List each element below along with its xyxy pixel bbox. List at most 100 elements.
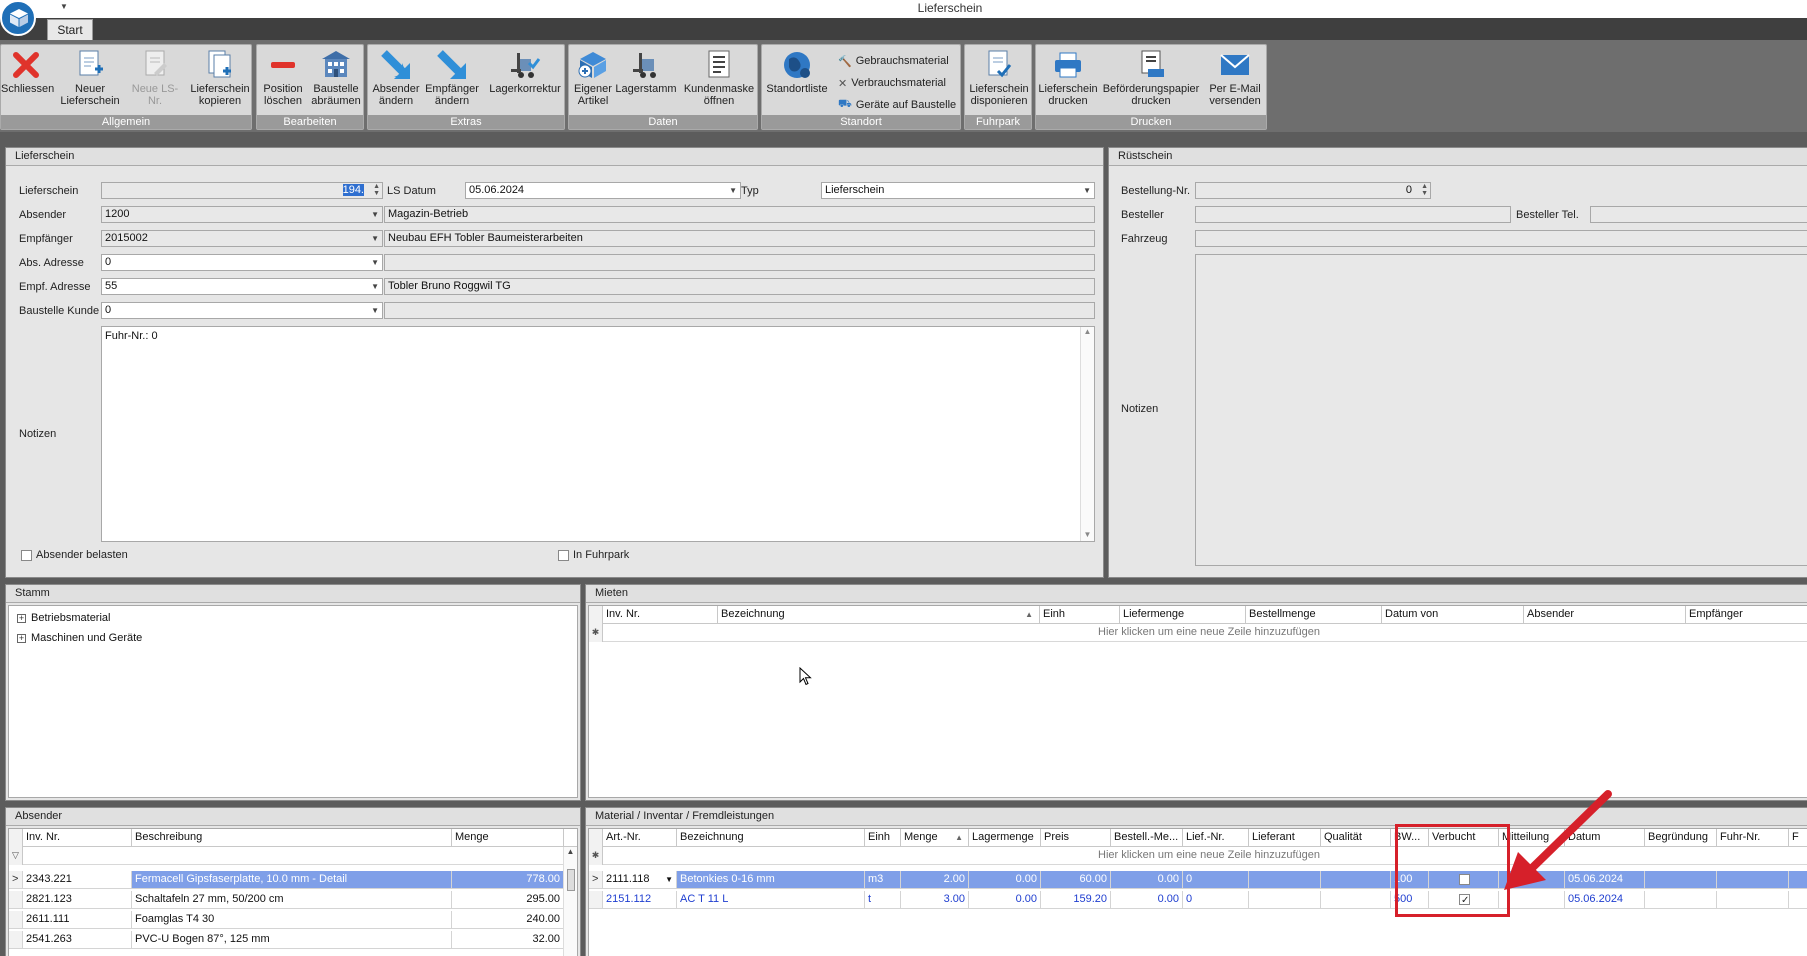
col-inv-nr[interactable]: Inv. Nr. (23, 829, 132, 847)
arrow-down-right-icon (381, 50, 410, 79)
lieferschein-kopieren-button[interactable]: Lieferschein kopieren (187, 47, 253, 115)
absender-panel: Absender Inv. Nr. Beschreibung Menge ▽ >… (5, 807, 581, 956)
group-daten: Eigener Artikel Lagerstamm Kundenmaske öff… (568, 44, 758, 130)
bestellung-nr-field[interactable]: 0 ▲ ▼ (1195, 182, 1431, 199)
col-qualitaet[interactable]: Qualität (1321, 829, 1391, 847)
absender-aendern-button[interactable]: Absender ändern (370, 47, 422, 115)
absender-filter-row[interactable]: ▽ (9, 847, 564, 865)
col-preis[interactable]: Preis (1041, 829, 1111, 847)
table-row[interactable]: > 2343.221 Fermacell Gipsfaserplatte, 10… (9, 871, 564, 889)
fahrzeug-field[interactable] (1195, 230, 1807, 247)
lagerstamm-button[interactable]: Lagerstamm (615, 47, 677, 115)
stamm-panel: Stamm + Betriebsmaterial + Maschinen und G… (5, 584, 581, 801)
verbrauchsmaterial-button[interactable]: ✕ Verbrauchsmaterial (838, 73, 946, 93)
panel-title: Stamm (6, 585, 580, 603)
table-row[interactable]: 2821.123 Schaltafeln 27 mm, 50/200 cm 29… (9, 891, 564, 909)
kundenmaske-oeffnen-button[interactable]: Kundenmaske öffnen (681, 47, 757, 115)
gebrauchsmaterial-button[interactable]: 🔨 Gebrauchsmaterial (838, 51, 949, 71)
material-new-row[interactable]: ✱ Hier klicken um eine neue Zeile hinzuz… (589, 847, 1807, 865)
tools-icon: ✕ (838, 77, 848, 90)
lieferschein-disponieren-button[interactable]: Lieferschein disponieren (967, 47, 1031, 115)
mieten-grid-header: Inv. Nr. Bezeichnung ▲ Einh Liefermenge B… (589, 606, 1807, 624)
absender-scrollbar[interactable]: ▲ (563, 847, 577, 956)
ribbon-tab-bar: Start (0, 18, 1807, 41)
absender-select[interactable]: 1200 ▼ (101, 206, 383, 223)
col-absender[interactable]: Absender (1524, 606, 1686, 624)
col-lieferant[interactable]: Lieferant (1249, 829, 1321, 847)
col-beschreibung[interactable]: Beschreibung (132, 829, 452, 847)
notizen-scrollbar[interactable]: ▲ ▼ (1080, 327, 1094, 541)
label-notizen: Notizen (19, 428, 57, 440)
annotation-arrow-icon (1504, 790, 1612, 890)
col-lief-nr[interactable]: Lief.-Nr. (1183, 829, 1249, 847)
abs-adresse-select[interactable]: 0 ▼ (101, 254, 383, 271)
col-bezeichnung[interactable]: Bezeichnung ▲ (718, 606, 1040, 624)
mieten-new-row[interactable]: ✱ Hier klicken um eine neue Zeile hinzuz… (589, 624, 1807, 642)
col-menge[interactable]: Menge (452, 829, 564, 847)
baustelle-kunde-select[interactable]: 0 ▼ (101, 302, 383, 319)
typ-select[interactable]: Lieferschein ▼ (821, 182, 1095, 199)
table-row[interactable]: > 2111.118 ▼ Betonkies 0-16 mm m3 2.00 0.… (589, 871, 1807, 889)
lieferschein-panel: Lieferschein Lieferschein 194. ▲ ▼ LS Datu… (5, 147, 1104, 578)
window-title: Lieferschein (917, 1, 983, 15)
col-einh[interactable]: Einh (865, 829, 901, 847)
col-fuhr-nr[interactable]: Fuhr-Nr. (1717, 829, 1789, 847)
lieferschein-drucken-button[interactable]: Lieferschein drucken (1038, 47, 1098, 115)
group-label-standort: Standort (762, 115, 960, 129)
per-email-versenden-button[interactable]: Per E-Mail versenden (1204, 47, 1266, 115)
col-f[interactable]: F (1789, 829, 1807, 847)
ruest-notizen-textarea[interactable] (1195, 254, 1807, 566)
col-liefermenge[interactable]: Liefermenge (1120, 606, 1246, 624)
table-row[interactable]: 2541.263 PVC-U Bogen 87°, 125 mm 32.00 (9, 931, 564, 949)
chevron-down-icon: ▼ (371, 306, 379, 315)
lieferschein-nr-field[interactable]: 194. ▲ ▼ (101, 182, 383, 199)
empfaenger-aendern-button[interactable]: Empfänger ändern (424, 47, 480, 115)
col-bezeichnung[interactable]: Bezeichnung (677, 829, 865, 847)
col-einh[interactable]: Einh (1040, 606, 1120, 624)
add-item-icon (578, 52, 606, 78)
besteller-tel-field[interactable] (1590, 206, 1807, 223)
eigener-artikel-button[interactable]: Eigener Artikel (571, 47, 615, 115)
besteller-field[interactable] (1195, 206, 1511, 223)
group-label-allgemein: Allgemein (1, 115, 251, 129)
neuer-lieferschein-button[interactable]: Neuer Lieferschein (57, 47, 123, 115)
quick-access-dropdown-icon[interactable]: ▼ (60, 2, 68, 11)
ls-datum-field[interactable]: 05.06.2024 ▼ (465, 182, 741, 199)
schliessen-button[interactable]: Schliessen (1, 47, 54, 115)
geraete-auf-baustelle-button[interactable]: ⛟ Geräte auf Baustelle (838, 95, 956, 115)
group-bearbeiten: Position löschen Baustelle abräumen Bearbe… (256, 44, 364, 130)
col-lagermenge[interactable]: Lagermenge (969, 829, 1041, 847)
standortliste-button[interactable]: Standortliste (764, 47, 830, 115)
position-loeschen-button[interactable]: Position löschen (259, 47, 307, 115)
empfaenger-select[interactable]: 2015002 ▼ (101, 230, 383, 247)
col-inv-nr[interactable]: Inv. Nr. (603, 606, 718, 624)
ruestschein-panel: Rüstschein Bestellung-Nr. 0 ▲ ▼ Besteller … (1108, 147, 1807, 578)
in-fuhrpark-checkbox[interactable] (558, 550, 569, 561)
title-bar: Lieferschein ▼ (0, 0, 1807, 18)
absender-belasten-checkbox[interactable] (21, 550, 32, 561)
empf-adresse-select[interactable]: 55 ▼ (101, 278, 383, 295)
col-art-nr[interactable]: Art.-Nr. (603, 829, 677, 847)
group-label-fuhrpark: Fuhrpark (965, 115, 1031, 129)
tree-item-betriebsmaterial[interactable]: + Betriebsmaterial (17, 612, 110, 624)
mouse-cursor-icon (799, 667, 812, 686)
befoerderungspapier-drucken-button[interactable]: Beförderungspapier drucken (1100, 47, 1202, 115)
tab-start[interactable]: Start (47, 19, 93, 41)
col-bestellmenge[interactable]: Bestell.-Me... (1111, 829, 1183, 847)
label-baustelle-kunde: Baustelle Kunde (19, 305, 100, 317)
col-datum-von[interactable]: Datum von (1382, 606, 1524, 624)
col-empfaenger[interactable]: Empfänger (1686, 606, 1807, 624)
baustelle-abraeumen-button[interactable]: Baustelle abräumen (309, 47, 363, 115)
col-bestellmenge[interactable]: Bestellmenge (1246, 606, 1382, 624)
lagerkorrektur-button[interactable]: Lagerkorrektur (486, 47, 564, 115)
tree-item-maschinen[interactable]: + Maschinen und Geräte (17, 632, 142, 644)
label-in-fuhrpark: In Fuhrpark (573, 549, 630, 561)
col-menge[interactable]: Menge ▲ (901, 829, 969, 847)
col-begruendung[interactable]: Begründung (1645, 829, 1717, 847)
table-row[interactable]: 2151.112 AC T 11 L t 3.00 0.00 159.20 0.… (589, 891, 1807, 909)
table-row[interactable]: 2611.111 Foamglas T4 30 240.00 (9, 911, 564, 929)
art-nr-select[interactable]: 2111.118 ▼ (603, 871, 677, 889)
app-menu-button[interactable] (0, 0, 36, 36)
notizen-textarea[interactable]: Fuhr-Nr.: 0 ▲ ▼ (101, 326, 1095, 542)
neue-ls-nr-button[interactable]: Neue LS-Nr. (125, 47, 185, 115)
